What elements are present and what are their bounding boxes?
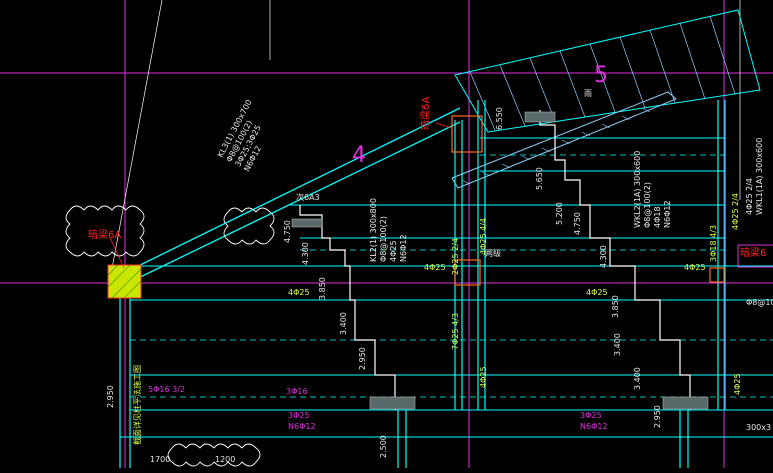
axis-marker-left: 4	[352, 143, 366, 168]
wkl2-line3: 4Φ18	[653, 206, 662, 228]
callout-secondary: 次6A3	[296, 192, 320, 202]
rebar-label-1: 5Φ16 3/2	[148, 385, 185, 394]
kl2-line1: KL2(1) 300x800	[369, 198, 378, 262]
kl2-line2: Φ8@100(2)	[379, 216, 388, 262]
roof-slab-bottom	[129, 121, 461, 283]
rebar-label-15: 300x3	[746, 423, 771, 432]
cad-drawing-canvas[interactable]: 4 5 暗梁6A 暗梁6A 次6A3 暗梁6 KL3(1) 300x700 Φ8…	[0, 0, 773, 468]
dim-2: 4.300	[301, 242, 310, 265]
beam-note-kl3: KL3(1) 300x700 Φ8@100(2) 3Φ25;3Φ25 N6Φ12	[216, 98, 263, 173]
dim-4: 3.400	[339, 312, 348, 335]
wkl1-line1: WKL1(1A) 300x600	[755, 138, 764, 215]
beam-note-wkl2: WKL2(1A) 300x600 Φ8@100(2) 4Φ18 N6Φ12	[633, 151, 672, 228]
section-drawing: 4 5 暗梁6A 暗梁6A 次6A3 暗梁6 KL3(1) 300x700 Φ8…	[0, 0, 773, 468]
rebar-label-4: N6Φ12	[288, 422, 316, 431]
callout-right-partial: 暗梁6	[740, 246, 766, 259]
callout-leader-right	[435, 122, 453, 129]
leader-line-1	[107, 0, 163, 291]
rebar-label-9: 4Φ25	[586, 288, 608, 297]
column-box-right	[709, 267, 725, 283]
wkl2-line4: N6Φ12	[663, 200, 672, 228]
rebar-label-14: 4Φ25	[733, 373, 742, 395]
dim-11: 1700	[150, 455, 170, 464]
dashed-beam-lines	[130, 154, 773, 398]
dim-12: 1200	[215, 455, 235, 464]
dim-8: 5.200	[555, 202, 564, 225]
dim-18: 4.300	[599, 245, 608, 268]
dim-10: 6.550	[495, 107, 504, 130]
floor-lines	[120, 137, 773, 438]
beam-note-wkl1: WKL1(1A) 300x600 4Φ25 2/4	[745, 138, 764, 215]
dim-6: 2.500	[379, 435, 388, 458]
dim-9: 4.750	[573, 212, 582, 235]
dim-16: 2.950	[653, 405, 662, 428]
step-note: 两级	[485, 248, 501, 258]
wkl1-line2: 4Φ25 2/4	[745, 178, 754, 215]
kl2-line4: N6Φ12	[399, 234, 408, 262]
dim-7: 5.650	[535, 167, 544, 190]
rebar-label-13: 3Φ18 4/3	[709, 225, 718, 262]
callout-hidden-beam-b: 暗梁6A	[419, 97, 432, 130]
mid-rebar-note-2: 2Φ25 2/4	[451, 238, 460, 275]
dim-17: 3.400	[633, 367, 642, 390]
beam-note-kl2: KL2(1) 300x800 Φ8@100(2) 4Φ25 N6Φ12	[369, 198, 408, 262]
dim-15: 3.850	[611, 295, 620, 318]
rebar-label-5: 3Φ25	[580, 411, 602, 420]
rebar-label-3: 3Φ25	[288, 411, 310, 420]
dim-5: 2.950	[358, 347, 367, 370]
kl2-line3: 4Φ25	[389, 240, 398, 262]
rebar-label-7: 4Φ25	[288, 288, 310, 297]
rebar-label-11: 7Φ25 4/3	[451, 313, 460, 350]
revision-cloud-mid	[223, 207, 275, 245]
wkl2-line2: Φ8@100(2)	[643, 182, 652, 228]
rebar-label-2: 3Φ16	[286, 387, 308, 396]
callout-hidden-beam-a: 暗梁6A	[88, 228, 121, 241]
stair-note: 雨	[584, 89, 592, 98]
dim-13: 2.950	[106, 385, 115, 408]
rebar-label-6: N6Φ12	[580, 422, 608, 431]
left-wall-note: 截面详见柱平法施工图	[132, 365, 142, 445]
dim-3: 3.850	[318, 277, 327, 300]
rebar-label-12: 4Φ25	[479, 366, 488, 388]
rebar-label-16: Φ8@100	[746, 298, 773, 307]
revision-cloud-bottom	[167, 443, 261, 467]
rebar-label-10: 4Φ25	[684, 263, 706, 272]
axis-marker-right: 5	[594, 63, 608, 88]
dim-1: 4.750	[283, 220, 292, 243]
rebar-label-8: 4Φ25	[424, 263, 446, 272]
dim-14: 3.400	[613, 333, 622, 356]
roof-slab-top	[129, 107, 461, 271]
right-rebar-note: 4Φ25 2/4	[731, 193, 740, 230]
wkl2-line1: WKL2(1A) 300x600	[633, 151, 642, 228]
